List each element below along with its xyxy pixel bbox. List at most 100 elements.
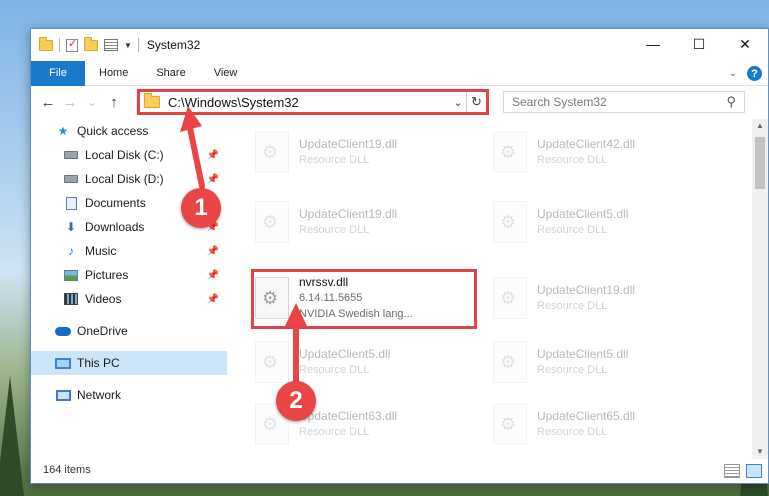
pin-icon[interactable]: 📌 — [207, 270, 219, 281]
sidebar-item-pictures[interactable]: Pictures 📌 — [31, 263, 227, 287]
forward-button[interactable]: → — [59, 94, 81, 111]
explorer-window: ▼ System32 — ☐ ✕ File Home Share View ⌄ … — [30, 28, 769, 484]
help-icon[interactable]: ? — [747, 66, 762, 81]
scroll-up-arrow-icon[interactable]: ▲ — [752, 119, 768, 133]
pin-icon[interactable]: 📌 — [207, 294, 219, 305]
sidebar-item-videos[interactable]: Videos 📌 — [31, 287, 227, 311]
file-item[interactable]: UpdateClient5.dll Resource DLL — [251, 333, 481, 391]
pin-icon[interactable]: 📌 — [207, 150, 219, 161]
new-folder-icon[interactable] — [84, 36, 98, 51]
dll-file-icon — [255, 341, 289, 383]
view-toggle — [724, 464, 762, 478]
sidebar-item-local-disk-c[interactable]: Local Disk (C:) 📌 — [31, 143, 227, 167]
tab-view[interactable]: View — [200, 67, 252, 79]
this-pc-icon — [55, 356, 71, 370]
address-path[interactable]: C:\Windows\System32 — [168, 95, 450, 110]
highlight-box — [251, 269, 477, 329]
file-item[interactable]: UpdateClient5.dll Resource DLL — [489, 193, 719, 251]
file-item[interactable]: UpdateClient19.dll Resource DLL — [489, 269, 719, 327]
refresh-button[interactable]: ↻ — [466, 92, 486, 112]
sidebar-item-network[interactable]: Network — [31, 383, 227, 407]
sidebar-item-onedrive[interactable]: OneDrive — [31, 319, 227, 343]
file-name: UpdateClient42.dll — [537, 137, 636, 151]
search-icon[interactable]: ⚲ — [726, 94, 736, 110]
large-icons-view-icon[interactable] — [746, 464, 762, 478]
dll-file-icon — [255, 131, 289, 173]
file-item[interactable]: UpdateClient19.dll Resource DLL — [251, 193, 481, 251]
address-dropdown-icon[interactable]: ⌄ — [450, 96, 466, 109]
star-icon: ★ — [57, 124, 69, 138]
expand-ribbon-chevron-icon[interactable]: ⌄ — [729, 68, 737, 79]
file-name: UpdateClient19.dll — [537, 283, 636, 297]
dll-file-icon — [255, 201, 289, 243]
downloads-icon: ⬇ — [65, 220, 77, 234]
details-view-icon[interactable] — [724, 464, 740, 478]
file-type: Resource DLL — [299, 224, 370, 236]
navigation-bar: ← → ⌄ ↑ C:\Windows\System32 ⌄ ↻ ⚲ — [31, 87, 768, 117]
up-button[interactable]: ↑ — [103, 94, 125, 111]
dll-file-icon — [493, 341, 527, 383]
dll-file-icon — [493, 201, 527, 243]
sidebar-item-label: Quick access — [77, 124, 149, 138]
file-type: Resource DLL — [299, 364, 370, 376]
documents-icon — [63, 196, 79, 210]
pin-icon[interactable]: 📌 — [207, 246, 219, 257]
file-type: Resource DLL — [537, 224, 608, 236]
item-count: 164 items — [43, 464, 91, 476]
tab-share[interactable]: Share — [142, 67, 199, 79]
file-item[interactable]: UpdateClient5.dll Resource DLL — [489, 333, 719, 391]
drive-icon — [63, 172, 79, 186]
pin-icon[interactable]: 📌 — [207, 174, 219, 185]
sidebar-item-label: Music — [85, 244, 117, 258]
file-tab[interactable]: File — [31, 60, 85, 86]
sidebar-item-label: Downloads — [85, 220, 145, 234]
sidebar-item-label: Local Disk (C:) — [85, 148, 164, 162]
sidebar-item-this-pc[interactable]: This PC — [31, 351, 227, 375]
search-box[interactable]: ⚲ — [503, 91, 745, 113]
dll-file-icon — [493, 277, 527, 319]
window-title: System32 — [146, 38, 201, 52]
sidebar-item-label: Network — [77, 388, 122, 402]
videos-icon — [63, 292, 79, 306]
file-type: Resource DLL — [537, 154, 608, 166]
file-type: Resource DLL — [299, 426, 370, 438]
file-item[interactable]: UpdateClient19.dll Resource DLL — [251, 123, 481, 181]
search-input[interactable] — [512, 95, 727, 109]
properties-check-icon[interactable] — [66, 37, 78, 52]
pictures-icon — [63, 268, 79, 282]
file-item[interactable]: UpdateClient42.dll Resource DLL — [489, 123, 719, 181]
properties-icon[interactable] — [104, 39, 118, 51]
window-controls: — ☐ ✕ — [630, 29, 768, 59]
file-name: UpdateClient5.dll — [537, 347, 629, 361]
back-button[interactable]: ← — [37, 94, 59, 111]
vertical-scrollbar[interactable]: ▲ ▼ — [752, 119, 768, 459]
navigation-pane: ★ Quick access Local Disk (C:) 📌 Local D… — [31, 119, 227, 459]
scroll-thumb[interactable] — [755, 137, 765, 189]
network-icon — [55, 388, 71, 402]
sidebar-item-label: OneDrive — [77, 324, 128, 338]
quick-access-toolbar: ▼ — [31, 36, 139, 52]
sidebar-item-music[interactable]: ♪ Music 📌 — [31, 239, 227, 263]
sidebar-item-label: Pictures — [85, 268, 129, 282]
ribbon-right-controls: ⌄ ? — [729, 66, 762, 81]
sidebar-item-label: Documents — [85, 196, 146, 210]
file-name: UpdateClient19.dll — [299, 207, 398, 221]
sidebar-item-label: Videos — [85, 292, 122, 306]
tab-home[interactable]: Home — [85, 67, 142, 79]
sidebar-item-quick-access[interactable]: ★ Quick access — [31, 119, 227, 143]
sidebar-item-label: This PC — [77, 356, 120, 370]
dll-file-icon — [493, 131, 527, 173]
maximize-button[interactable]: ☐ — [676, 29, 722, 59]
address-bar[interactable]: C:\Windows\System32 ⌄ ↻ — [137, 89, 489, 115]
title-bar: ▼ System32 — ☐ ✕ — [31, 29, 768, 61]
customize-toolbar-chevron-icon[interactable]: ▼ — [124, 41, 132, 50]
close-button[interactable]: ✕ — [722, 29, 768, 59]
file-name: UpdateClient63.dll — [299, 409, 398, 423]
minimize-button[interactable]: — — [630, 29, 676, 59]
recent-locations-button[interactable]: ⌄ — [81, 96, 103, 109]
sidebar-item-label: Local Disk (D:) — [85, 172, 164, 186]
divider — [137, 38, 139, 52]
file-type: Resource DLL — [537, 426, 608, 438]
file-type: Resource DLL — [299, 154, 370, 166]
file-item[interactable]: UpdateClient65.dll Resource DLL — [489, 395, 719, 453]
